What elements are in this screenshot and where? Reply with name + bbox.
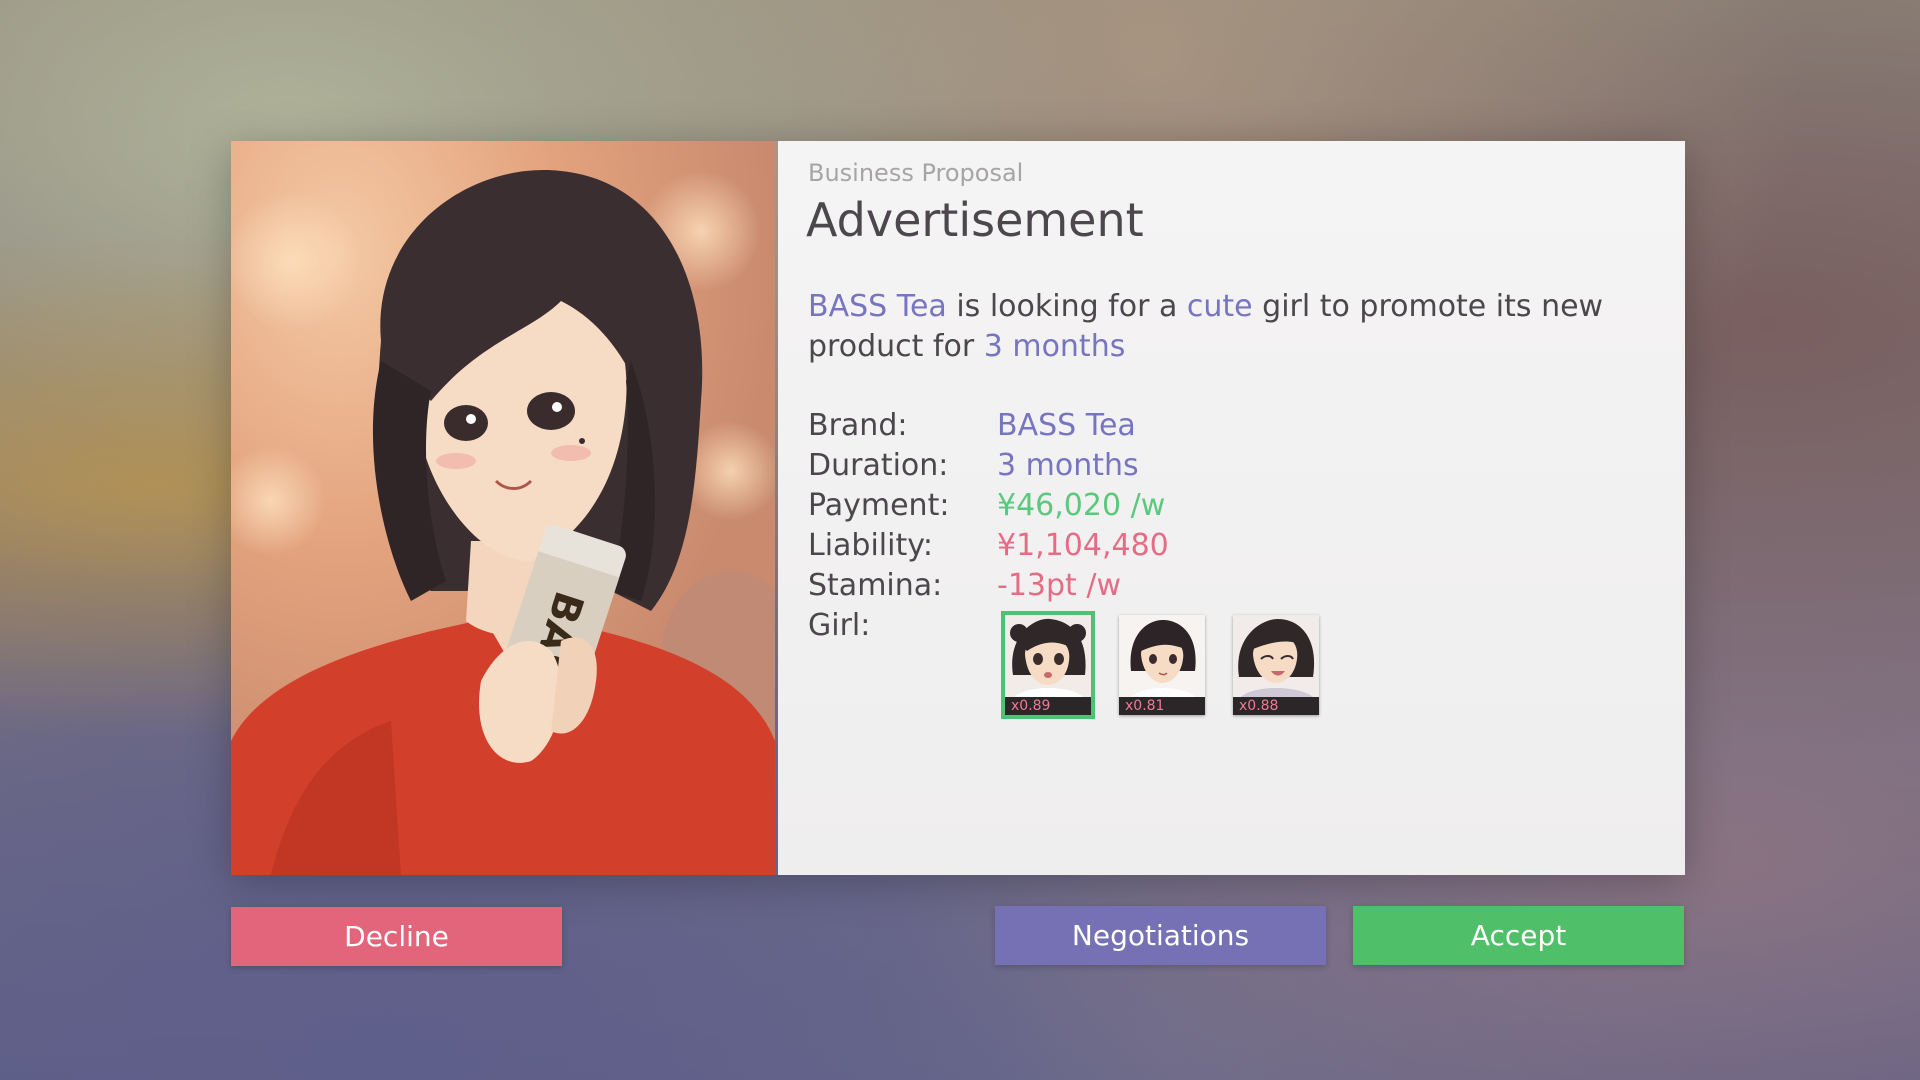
- brand-label: Brand:: [808, 407, 908, 443]
- stat-row-stamina: Stamina: -13pt /w: [808, 565, 1169, 605]
- liability-value: ¥1,104,480: [997, 527, 1169, 563]
- girl-label: Girl:: [808, 607, 871, 643]
- desc-brand: BASS Tea: [808, 289, 947, 324]
- stamina-value: -13pt /w: [997, 567, 1121, 603]
- girl-portrait-illustration: BASS: [231, 141, 775, 875]
- negotiations-button[interactable]: Negotiations: [995, 906, 1326, 965]
- payment-label: Payment:: [808, 487, 950, 523]
- girl-multiplier-3: x0.88: [1233, 697, 1319, 715]
- desc-trait: cute: [1186, 289, 1253, 324]
- stamina-label: Stamina:: [808, 567, 943, 603]
- girl-option-2[interactable]: x0.81: [1119, 615, 1205, 715]
- liability-label: Liability:: [808, 527, 933, 563]
- girl-multiplier-1: x0.89: [1005, 697, 1091, 715]
- girl-avatar-3: [1233, 615, 1319, 697]
- girl-option-1[interactable]: x0.89: [1001, 611, 1095, 719]
- desc-text-1: is looking for a: [946, 289, 1187, 324]
- girl-selector: x0.89 x0.81 x0.88: [1001, 611, 1319, 719]
- girl-option-3[interactable]: x0.88: [1233, 615, 1319, 715]
- girl-multiplier-2: x0.81: [1119, 697, 1205, 715]
- duration-value: 3 months: [997, 447, 1139, 483]
- proposal-description: BASS Tea is looking for a cute girl to p…: [808, 287, 1648, 367]
- stat-row-payment: Payment: ¥46,020 /w: [808, 485, 1169, 525]
- stat-row-duration: Duration: 3 months: [808, 445, 1169, 485]
- proposal-card: BASS Business Proposal Advertisement BAS…: [231, 141, 1685, 875]
- stat-row-liability: Liability: ¥1,104,480: [808, 525, 1169, 565]
- portrait-image: BASS: [231, 141, 775, 875]
- accept-button[interactable]: Accept: [1353, 906, 1684, 965]
- proposal-info-panel: Business Proposal Advertisement BASS Tea…: [778, 141, 1685, 875]
- girl-avatar-2: [1119, 615, 1205, 697]
- decline-button[interactable]: Decline: [231, 907, 562, 966]
- duration-label: Duration:: [808, 447, 949, 483]
- proposal-title: Advertisement: [806, 193, 1144, 247]
- girl-avatar-1: [1005, 615, 1091, 697]
- payment-value: ¥46,020 /w: [997, 487, 1166, 523]
- proposal-kicker: Business Proposal: [808, 159, 1024, 187]
- proposal-stats: Brand: BASS Tea Duration: 3 months Payme…: [808, 405, 1169, 645]
- desc-duration: 3 months: [983, 329, 1126, 364]
- stat-row-brand: Brand: BASS Tea: [808, 405, 1169, 445]
- brand-value: BASS Tea: [997, 407, 1136, 443]
